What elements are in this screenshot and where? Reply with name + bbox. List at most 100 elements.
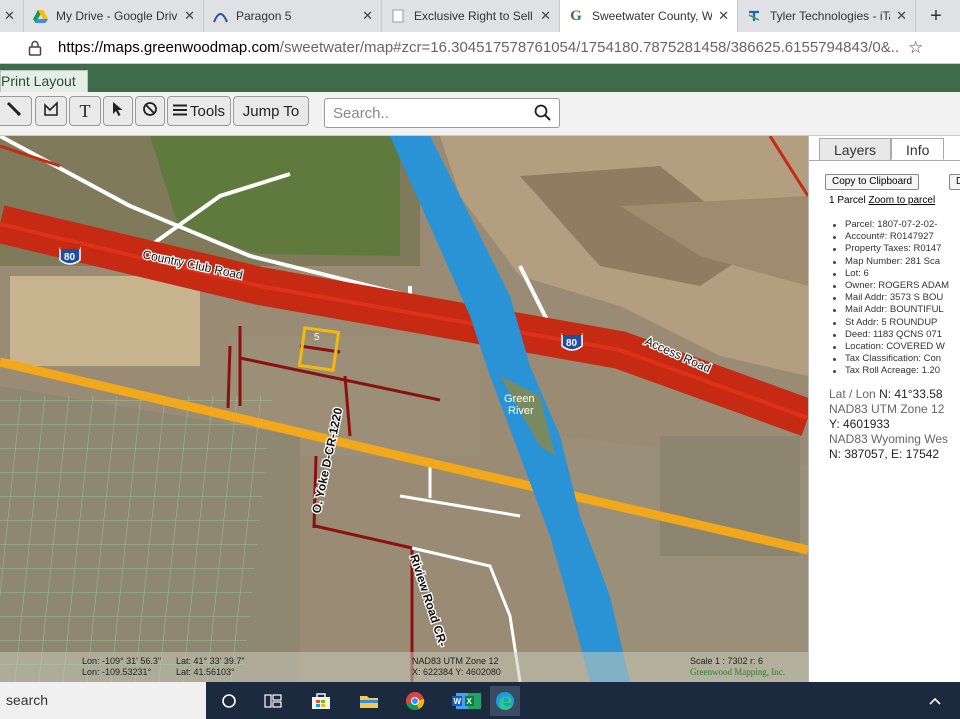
zoom-to-parcel-link[interactable]: Zoom to parcel — [868, 195, 935, 206]
parcel-property-item: Owner: ROGERS ADAM — [831, 280, 949, 292]
hamburger-menu-icon — [172, 103, 187, 120]
wyoming-label: NAD83 Wyoming Wes — [829, 432, 949, 446]
footer-lon-dec: Lon: -109.53231° — [82, 667, 152, 677]
parcel-property-item: Tax Roll Acreage: 1.20 — [831, 365, 949, 377]
search-input[interactable]: Search.. — [324, 98, 560, 128]
page-icon — [390, 8, 406, 24]
polygon-icon — [43, 101, 59, 121]
url-host: https://maps.greenwoodmap.com — [58, 39, 280, 56]
aerial-imagery: 80 80 Country Club Road Access Road Gree… — [0, 136, 808, 682]
browser-tab-google-drive[interactable]: My Drive - Google Drive ✕ — [24, 0, 204, 32]
clear-button[interactable] — [135, 96, 165, 126]
address-bar[interactable]: https://maps.greenwoodmap.com/sweetwater… — [0, 32, 960, 64]
download-button[interactable]: D — [949, 174, 960, 190]
text-t-icon: T — [79, 100, 91, 121]
tab-layers[interactable]: Layers — [819, 138, 892, 160]
copy-to-clipboard-button[interactable]: Copy to Clipboard — [825, 174, 920, 190]
tools-label: Tools — [189, 102, 226, 120]
taskbar-search-box[interactable]: search — [0, 682, 206, 719]
search-placeholder: Search.. — [333, 104, 389, 122]
google-drive-icon — [32, 8, 48, 24]
tab-info[interactable]: Info — [891, 138, 945, 160]
tab-title: My Drive - Google Drive — [56, 9, 179, 23]
windows-taskbar: search W X — [0, 682, 960, 719]
parcel-property-item: Mail Addr: BOUNTIFUL — [831, 304, 949, 316]
footer-lon-dms: Lon: -109° 31' 56.3" — [82, 656, 162, 666]
task-view-icon[interactable] — [258, 686, 288, 716]
parcel-property-item: St Addr: 5 ROUNDUP — [831, 317, 949, 329]
paragon-icon — [212, 8, 228, 24]
measure-area-button[interactable] — [35, 96, 67, 126]
file-explorer-icon[interactable] — [354, 686, 384, 716]
i80-label-west: 80 — [64, 252, 76, 263]
parcel-property-item: Deed: 1183 QCNS 071 — [831, 329, 949, 341]
parcel-property-item: Lot: 6 — [831, 268, 949, 280]
green-river-label-1: Green — [504, 393, 535, 405]
select-tool-button[interactable] — [103, 96, 133, 126]
close-icon[interactable]: ✕ — [4, 8, 15, 24]
parcel-property-item: Map Number: 281 Sca — [831, 256, 949, 268]
tools-menu-button[interactable]: Tools — [167, 96, 231, 126]
close-icon[interactable]: ✕ — [540, 8, 551, 24]
tab-title: Exclusive Right to Sell L — [414, 9, 535, 23]
jump-to-button[interactable]: Jump To — [233, 96, 309, 126]
browser-tab-strip: ✕ My Drive - Google Drive ✕ Paragon 5 ✕ … — [0, 0, 960, 32]
parcel-property-item: Account#: R0147927 — [831, 231, 949, 243]
close-icon[interactable]: ✕ — [362, 8, 373, 24]
coordinate-readout: Lat / Lon N: 41°33.58 NAD83 UTM Zone 12 … — [829, 387, 948, 462]
footer-utm-xy: X: 622384 Y: 4602080 — [412, 667, 501, 677]
browser-tab-tyler[interactable]: Tyler Technologies - iTa ✕ — [738, 0, 916, 32]
parcel-properties-list: Parcel: 1807-07-2-02- Account#: R0147927 P… — [831, 219, 949, 378]
tab-title: Sweetwater County, Wy — [592, 9, 713, 23]
browser-tab-exclusive-right[interactable]: Exclusive Right to Sell L ✕ — [382, 0, 560, 32]
parcel-property-item: Property Taxes: R0147 — [831, 243, 949, 255]
store-icon[interactable] — [306, 686, 336, 716]
parcel-count: 1 Parcel Zoom to parcel — [829, 195, 935, 206]
print-layout-tab[interactable]: Print Layout — [0, 70, 88, 92]
parcel-number-label: 5 — [314, 332, 320, 343]
edge-icon[interactable] — [490, 686, 520, 716]
no-entry-icon — [142, 101, 158, 121]
parcel-count-text: 1 Parcel — [829, 195, 866, 206]
browser-tab-sweetwater[interactable]: G Sweetwater County, Wy ✕ — [560, 0, 738, 32]
i80-label-east: 80 — [566, 338, 578, 349]
url-path: /sweetwater/map#zcr=16.304517578761054/1… — [279, 39, 898, 56]
info-panel: Layers Info Copy to Clipboard D 1 Parcel… — [808, 136, 960, 682]
excel-icon[interactable]: X — [462, 686, 484, 716]
browser-tab-partial[interactable]: ✕ — [0, 0, 24, 32]
new-tab-button[interactable]: + — [916, 0, 956, 32]
close-icon[interactable]: ✕ — [184, 8, 195, 24]
footer-lat-dms: Lat: 41° 33' 39.7" — [176, 656, 245, 666]
tyler-icon — [746, 8, 762, 24]
draw-line-button[interactable] — [0, 96, 32, 126]
footer-scale: Scale 1 : 7302 r: 6 — [690, 656, 764, 666]
wyoming-value: N: 387057, E: 17542 — [829, 447, 940, 461]
app-header-bar — [0, 64, 960, 92]
cursor-arrow-icon — [112, 101, 124, 121]
tab-title: Tyler Technologies - iTa — [770, 9, 891, 23]
close-icon[interactable]: ✕ — [896, 8, 907, 24]
url-text[interactable]: https://maps.greenwoodmap.com/sweetwater… — [58, 39, 898, 56]
utm-label: NAD83 UTM Zone 12 — [829, 402, 945, 416]
close-icon[interactable]: ✕ — [718, 8, 729, 24]
pencil-icon — [6, 101, 22, 121]
footer-utm-label: NAD83 UTM Zone 12 — [412, 656, 499, 666]
chrome-icon[interactable] — [400, 686, 430, 716]
parcel-property-item: Tax Classification: Con — [831, 353, 949, 365]
latlon-value: N: 41°33.58 — [879, 387, 943, 401]
map-canvas[interactable]: 80 80 Country Club Road Access Road Gree… — [0, 136, 808, 682]
search-icon[interactable] — [534, 104, 551, 125]
text-tool-button[interactable]: T — [69, 96, 101, 126]
panel-tab-divider — [809, 160, 960, 161]
utm-y-value: Y: 4601933 — [829, 417, 890, 431]
cortana-circle-icon[interactable] — [214, 686, 244, 716]
green-river-label-2: River — [508, 405, 534, 417]
bookmark-star-icon[interactable]: ☆ — [908, 38, 923, 58]
chevron-up-icon[interactable] — [920, 686, 950, 716]
browser-tab-paragon[interactable]: Paragon 5 ✕ — [204, 0, 382, 32]
tab-title: Paragon 5 — [236, 9, 292, 23]
parcel-property-item: Mail Addr: 3573 S BOU — [831, 292, 949, 304]
panel-tabs: Layers Info — [819, 138, 945, 160]
svg-text:X: X — [467, 697, 473, 706]
greenwood-g-icon: G — [570, 7, 582, 24]
